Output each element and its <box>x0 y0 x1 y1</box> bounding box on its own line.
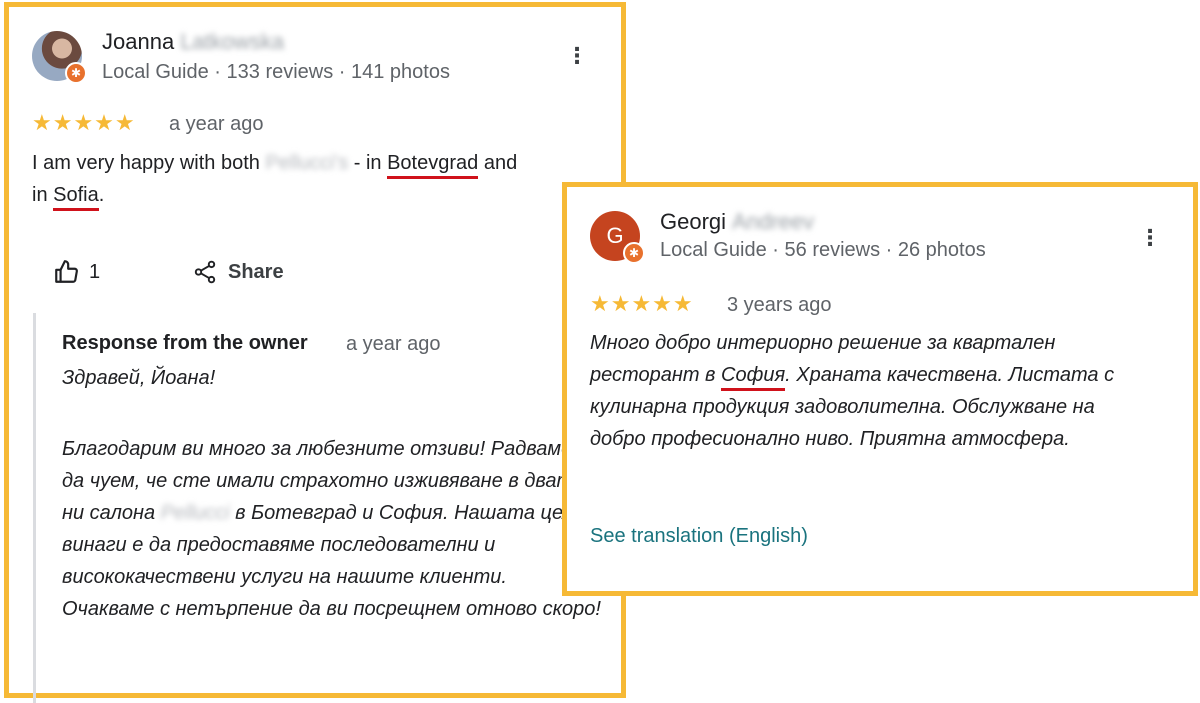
owner-response-text: Благодарим ви много за любезните отзиви!… <box>62 433 602 625</box>
reviewer-surname-blurred: Andreev <box>732 209 814 234</box>
share-icon <box>194 260 216 284</box>
local-guide-badge-icon: ✱ <box>65 62 87 84</box>
review-card-joanna: ✱ Joanna Latkowska Local Guide · 133 revi… <box>4 2 626 703</box>
avatar[interactable]: ✱ <box>32 31 87 84</box>
like-count: 1 <box>89 260 101 283</box>
review-text-mid: - in <box>348 152 388 174</box>
owner-response: Response from the owner a year ago Здрав… <box>33 313 603 703</box>
see-translation-link[interactable]: See translation (English) <box>590 525 808 548</box>
place-botevgrad-underlined: Botevgrad <box>387 150 479 179</box>
reviewer-meta: Local Guide · 133 reviews · 141 photos <box>102 61 450 83</box>
review-card-georgi: G ✱ Georgi Andreev Local Guide · 56 revie… <box>562 182 1198 596</box>
owner-response-time: a year ago <box>346 333 441 355</box>
star-rating: ★★★★★ <box>32 110 136 135</box>
review-text: I am very happy with both Pellucci's - i… <box>32 147 602 211</box>
place-sofia-underlined: София <box>721 362 786 391</box>
star-rating: ★★★★★ <box>590 291 694 316</box>
local-guide-badge-icon: ✱ <box>623 242 645 264</box>
reviewer-first-name[interactable]: Georgi <box>660 209 726 234</box>
like-button[interactable]: 1 <box>53 259 100 285</box>
owner-response-title: Response from the owner <box>62 332 308 354</box>
reviewer-name[interactable]: Georgi Andreev <box>660 209 814 235</box>
share-button[interactable]: Share <box>192 259 284 285</box>
reviewer-surname-blurred: Latkowska <box>180 29 285 54</box>
reviewer-name[interactable]: Joanna Latkowska <box>102 29 284 55</box>
more-options-icon[interactable]: ⋮ <box>1139 227 1161 249</box>
review-text-and: and <box>478 152 518 174</box>
reviewer-first-name[interactable]: Joanna <box>102 29 174 54</box>
share-label: Share <box>228 260 284 283</box>
reviewer-meta: Local Guide · 56 reviews · 26 photos <box>660 239 986 261</box>
review-time: a year ago <box>169 113 264 135</box>
avatar[interactable]: G ✱ <box>590 211 645 264</box>
business-name-blurred: Pellucci's <box>265 152 349 174</box>
avatar-letter: G <box>606 223 624 248</box>
more-options-icon[interactable]: ⋮ <box>566 45 588 67</box>
thumbs-up-icon <box>55 260 78 283</box>
review-text-in: in <box>32 184 54 206</box>
review-text-start: I am very happy with both <box>32 152 266 174</box>
review-text-end: . <box>98 184 105 206</box>
business-name-blurred: Pellucci <box>160 502 230 524</box>
owner-response-greeting: Здравей, Йоана! <box>62 367 216 389</box>
place-sofia-underlined: Sofia <box>53 182 99 211</box>
review-text: Много добро интериорно решение за кварта… <box>590 327 1150 455</box>
review-time: 3 years ago <box>727 294 832 316</box>
